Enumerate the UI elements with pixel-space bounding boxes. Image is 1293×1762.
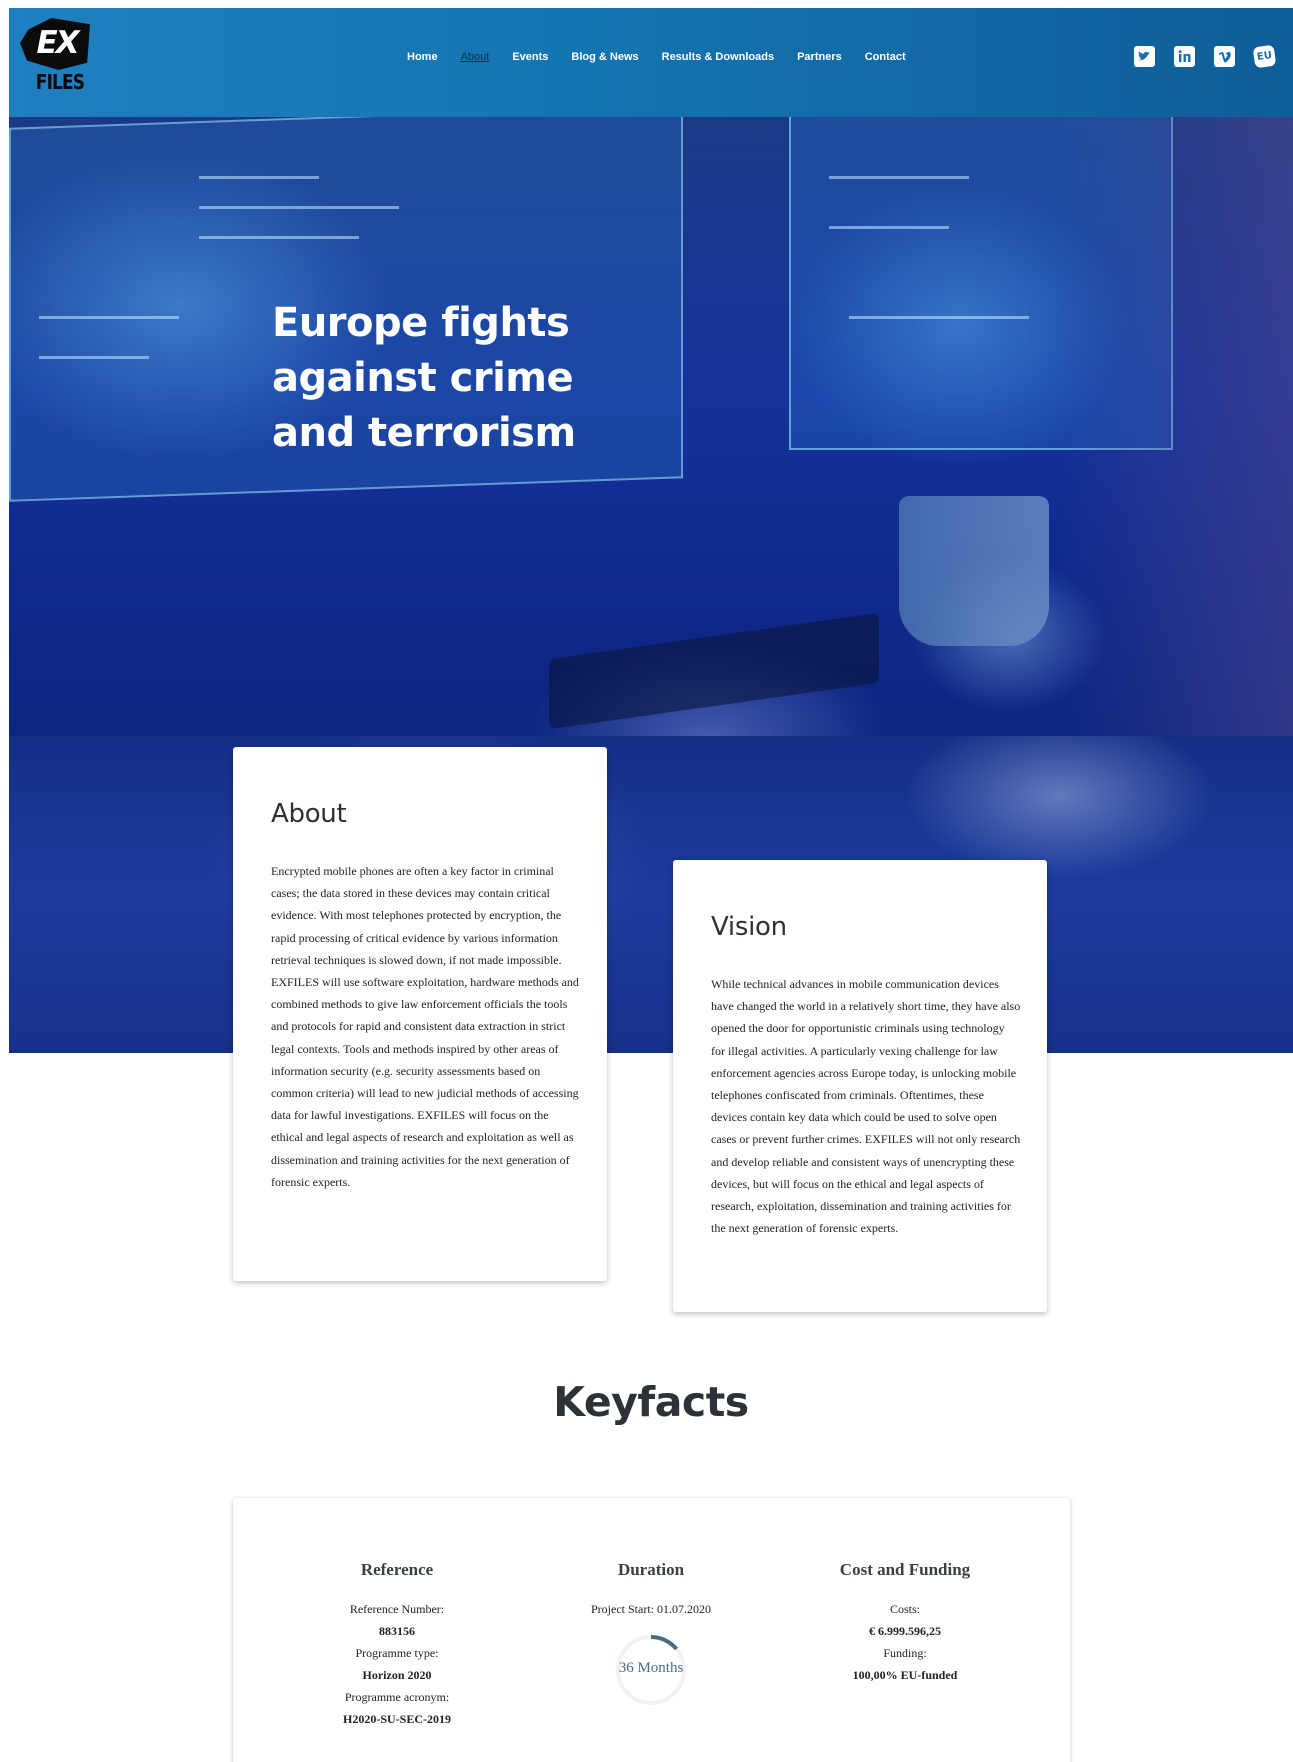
social-links: EU (1134, 44, 1277, 69)
code-line-decoration (849, 316, 1029, 319)
duration-column: Duration Project Start: 01.07.2020 36 Mo… (531, 1560, 771, 1706)
person-image (1059, 116, 1293, 736)
code-line-decoration (199, 176, 319, 179)
cost-funding-title: Cost and Funding (839, 1560, 971, 1579)
vision-card: Vision While technical advances in mobil… (673, 860, 1047, 1312)
logo-ex-text: EX (36, 25, 79, 61)
reference-title: Reference (360, 1560, 434, 1579)
cards-background-band (9, 736, 1293, 1053)
duration-progress-dial: 36 Months (615, 1634, 687, 1706)
hero-banner: Europe fights against crime and terroris… (9, 104, 1293, 736)
reference-number-label: Reference Number: (349, 1602, 445, 1616)
about-card: About Encrypted mobile phones are often … (233, 747, 607, 1281)
keyfacts-title: Keyfacts (553, 1378, 749, 1426)
code-line-decoration (39, 316, 179, 319)
reference-number-value: 883156 (379, 1624, 415, 1638)
reference-column: Reference Reference Number: 883156 Progr… (277, 1560, 517, 1730)
vision-title: Vision (711, 912, 787, 942)
code-line-decoration (39, 356, 149, 359)
about-text: Encrypted mobile phones are often a key … (271, 864, 579, 1189)
code-line-decoration (199, 206, 399, 209)
exfiles-logo[interactable]: EX FILES (20, 18, 90, 98)
about-title: About (271, 799, 347, 829)
programme-type-value: Horizon 2020 (362, 1668, 432, 1682)
funding-label: Funding: (883, 1646, 927, 1660)
twitter-icon[interactable] (1134, 46, 1155, 67)
code-line-decoration (829, 226, 949, 229)
code-line-decoration (199, 236, 359, 239)
duration-title: Duration (617, 1560, 685, 1579)
nav-events[interactable]: Events (512, 51, 548, 63)
keyboard-image (549, 612, 879, 730)
nav-results-downloads[interactable]: Results & Downloads (662, 51, 774, 63)
keyfacts-panel: Reference Reference Number: 883156 Progr… (233, 1498, 1070, 1762)
mug-image (899, 496, 1049, 646)
vision-text: While technical advances in mobile commu… (711, 977, 1021, 1236)
hero-title-line-1: Europe fights (272, 300, 570, 346)
nav-blog-news[interactable]: Blog & News (571, 51, 638, 63)
code-line-decoration (829, 176, 969, 179)
hero-title: Europe fights against crime and terroris… (272, 296, 576, 461)
site-header: EX FILES Home About Events Blog & News R… (9, 8, 1293, 117)
hero-title-line-3: and terrorism (272, 410, 576, 456)
nav-home[interactable]: Home (407, 51, 438, 63)
logo-files-text: FILES (35, 70, 85, 94)
nav-contact[interactable]: Contact (865, 51, 906, 63)
funding-value: 100,00% EU-funded (852, 1668, 958, 1682)
programme-acronym-value: H2020-SU-SEC-2019 (342, 1712, 451, 1726)
programme-type-label: Programme type: (355, 1646, 439, 1660)
linkedin-icon[interactable] (1174, 46, 1195, 67)
costs-value: € 6.999.596,25 (869, 1624, 941, 1638)
vimeo-icon[interactable] (1214, 46, 1235, 67)
page: EX FILES Home About Events Blog & News R… (9, 8, 1293, 1762)
costs-label: Costs: (889, 1602, 920, 1616)
project-start: Project Start: 01.07.2020 (591, 1602, 711, 1616)
duration-months: 36 Months (618, 1660, 684, 1676)
cost-funding-column: Cost and Funding Costs: € 6.999.596,25 F… (785, 1560, 1025, 1686)
nav-partners[interactable]: Partners (797, 51, 842, 63)
hero-title-line-2: against crime (272, 355, 574, 401)
nav-about[interactable]: About (461, 51, 490, 63)
programme-acronym-label: Programme acronym: (344, 1690, 450, 1704)
main-nav: Home About Events Blog & News Results & … (407, 51, 929, 63)
eu-icon[interactable]: EU (1252, 44, 1277, 69)
